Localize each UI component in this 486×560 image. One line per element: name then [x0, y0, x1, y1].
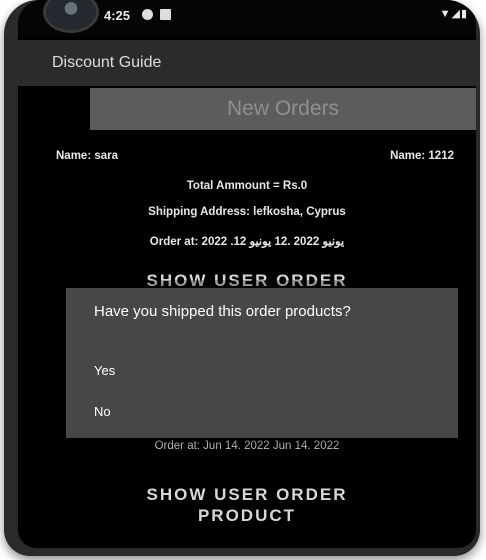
status-right-icons: ▼◢▮	[440, 7, 468, 20]
confirm-shipped-dialog: Have you shipped this order products? Ye…	[66, 288, 458, 438]
order-date: Order at: 2022 .12 يونيو 2022 .12 يونيو	[149, 236, 345, 248]
yes-option[interactable]: Yes	[94, 363, 115, 378]
wifi-icon: ▼	[439, 8, 452, 20]
customer-name: Name: sara	[56, 150, 119, 162]
status-time: 4:25	[104, 8, 131, 23]
button-line-2: PRODUCT	[197, 506, 297, 525]
app-title: Discount Guide	[52, 54, 162, 71]
square-status-icon	[160, 9, 171, 20]
phone-frame: 4:25 ▼◢▮ Discount Guide New Orders Name:…	[4, 0, 480, 556]
button-line-1: SHOW USER ORDER	[146, 485, 348, 504]
total-amount: Total Ammount = Rs.0	[186, 180, 308, 192]
signal-icon: ◢	[451, 8, 461, 20]
customer-name-2: Name: 1212	[390, 150, 454, 162]
status-bar: 4:25 ▼◢▮	[18, 0, 476, 36]
shipping-address: Shipping Address: lefkosha, Cyprus	[148, 206, 346, 218]
no-option[interactable]: No	[94, 404, 111, 419]
battery-icon: ▮	[460, 8, 468, 20]
app-bar: Discount Guide	[18, 40, 476, 86]
show-user-order-product-button[interactable]: SHOW USER ORDER PRODUCT	[18, 484, 476, 526]
order-date-2: Order at: Jun 14. 2022 Jun 14. 2022	[154, 440, 340, 452]
screen: 4:25 ▼◢▮ Discount Guide New Orders Name:…	[18, 0, 476, 548]
circle-status-icon	[142, 9, 153, 20]
front-camera	[46, 0, 96, 30]
section-title: New Orders	[226, 97, 340, 120]
dialog-title: Have you shipped this order products?	[94, 303, 351, 320]
section-banner: New Orders	[90, 88, 476, 130]
